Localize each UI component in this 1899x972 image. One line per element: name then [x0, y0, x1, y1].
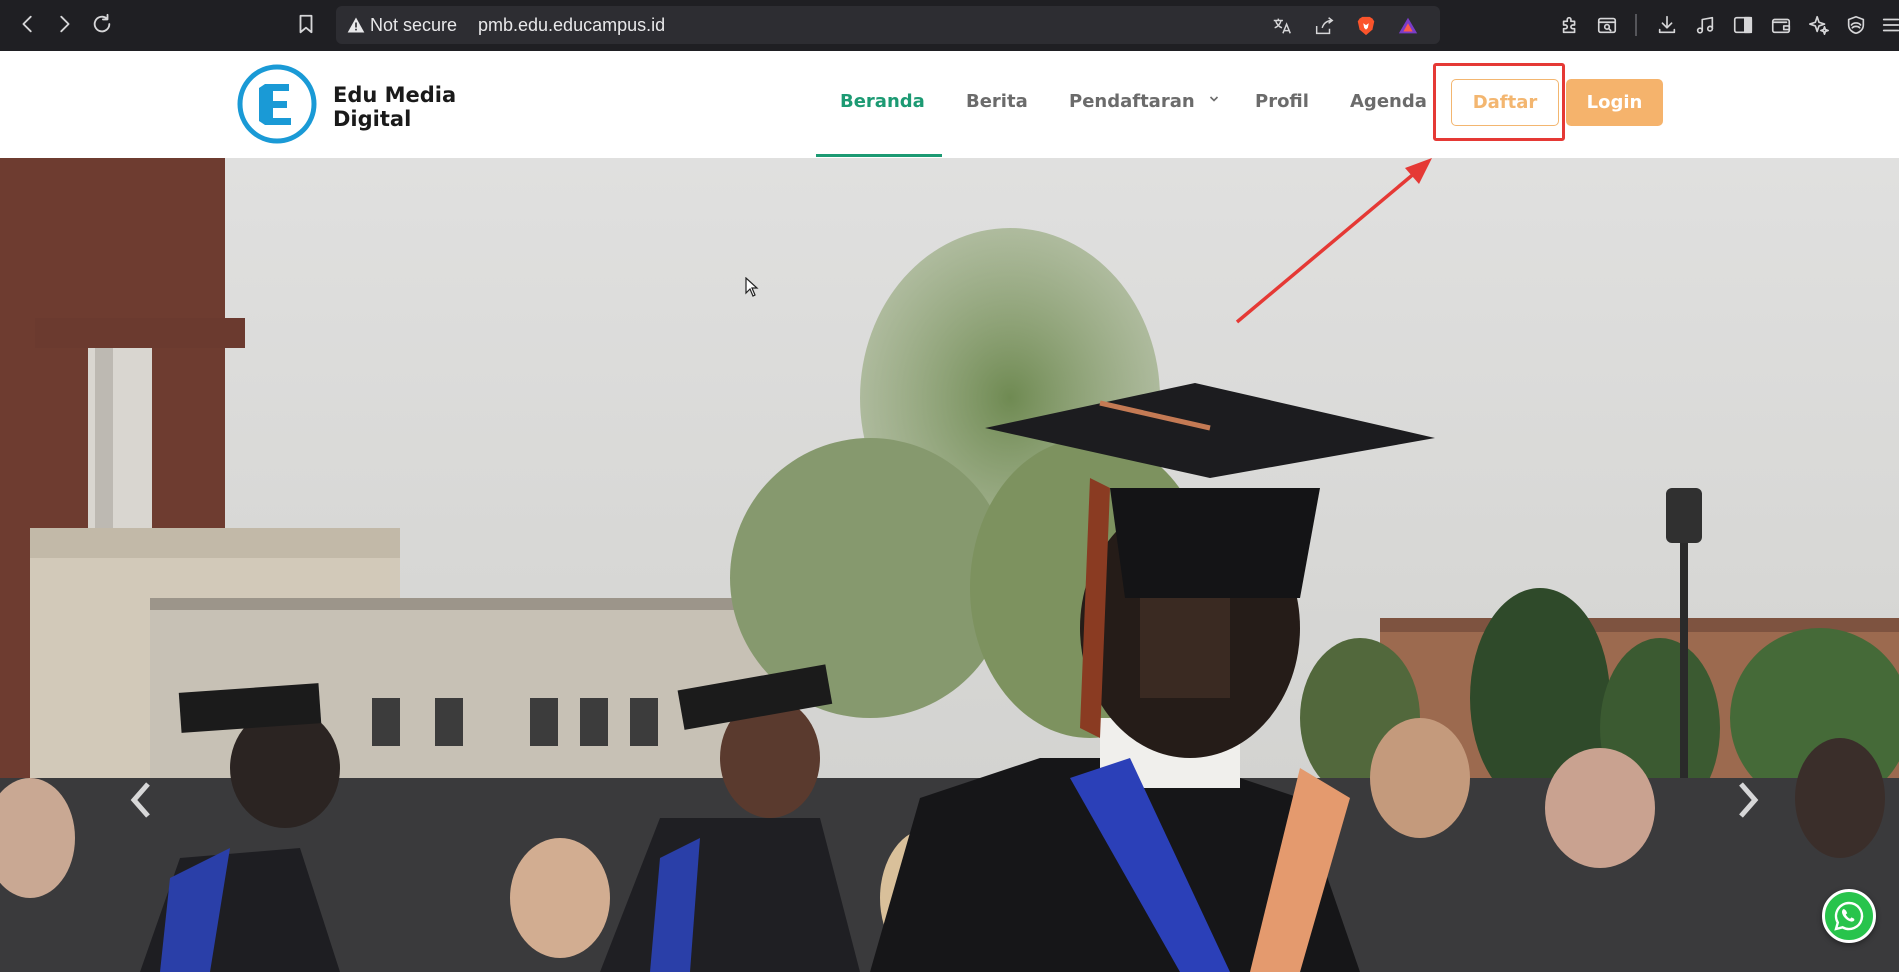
reload-button[interactable] [88, 10, 116, 38]
download-icon [1658, 15, 1676, 34]
leo-icon [1809, 15, 1829, 35]
menu-button[interactable] [1878, 12, 1899, 38]
nav-beranda[interactable]: Beranda [840, 91, 925, 112]
bookmark-icon [299, 14, 313, 34]
wallet-icon [1771, 18, 1791, 34]
brave-icon[interactable] [1354, 14, 1378, 38]
address-bar[interactable]: Not secure pmb.edu.educampus.id [336, 6, 1440, 44]
browser-toolbar: Not secure pmb.edu.educampus.id [0, 0, 1899, 51]
nav-profil[interactable]: Profil [1255, 91, 1309, 112]
back-button[interactable] [14, 10, 42, 38]
media-icon [1696, 16, 1714, 34]
forward-button[interactable] [50, 10, 78, 38]
leo-button[interactable] [1806, 12, 1832, 38]
logo-line-1: Edu Media [333, 83, 457, 107]
hero-carousel [0, 158, 1899, 972]
tab-search-button[interactable] [1594, 12, 1620, 38]
forward-icon [60, 15, 70, 33]
shield-icon [1847, 15, 1865, 35]
shield-button[interactable] [1843, 12, 1869, 38]
nav-active-indicator [816, 154, 942, 157]
nav-pendaftaran-label: Pendaftaran [1069, 91, 1195, 112]
login-button[interactable]: Login [1566, 79, 1663, 126]
annotation-highlight-box [1433, 63, 1565, 141]
extensions-button[interactable] [1557, 12, 1583, 38]
hero-image [0, 158, 1899, 972]
download-button[interactable] [1654, 12, 1680, 38]
media-button[interactable] [1692, 12, 1718, 38]
extensions-icon [1562, 16, 1576, 34]
web-page: Edu Media Digital Beranda Berita Pendaft… [0, 51, 1899, 972]
nav-agenda[interactable]: Agenda [1350, 91, 1427, 112]
chevron-left-icon [130, 782, 150, 818]
warning-icon [346, 15, 366, 35]
nav-pendaftaran[interactable]: Pendaftaran [1069, 91, 1219, 112]
chevron-down-icon [1209, 96, 1219, 102]
wallet-button[interactable] [1768, 12, 1794, 38]
translate-icon[interactable] [1270, 14, 1294, 38]
bookmark-button[interactable] [292, 10, 320, 38]
logo-icon[interactable] [237, 64, 317, 144]
security-label[interactable]: Not secure [370, 15, 457, 36]
reload-icon [93, 13, 111, 33]
sidebar-button[interactable] [1730, 12, 1756, 38]
carousel-next-button[interactable] [1733, 778, 1773, 838]
rewards-icon[interactable] [1396, 14, 1420, 38]
whatsapp-icon [1834, 901, 1864, 931]
logo-line-2: Digital [333, 107, 412, 131]
back-icon [22, 15, 32, 33]
sidebar-icon [1733, 16, 1753, 34]
chevron-right-icon [1739, 782, 1759, 818]
url-text[interactable]: pmb.edu.educampus.id [478, 15, 665, 36]
share-icon[interactable] [1312, 14, 1336, 38]
toolbar-divider [1635, 14, 1637, 36]
whatsapp-button[interactable] [1822, 889, 1876, 943]
menu-icon [1882, 18, 1899, 32]
site-header: Edu Media Digital Beranda Berita Pendaft… [0, 51, 1899, 158]
logo-text[interactable]: Edu Media Digital [333, 83, 456, 131]
nav-berita[interactable]: Berita [966, 91, 1028, 112]
carousel-prev-button[interactable] [126, 778, 166, 838]
tab-search-icon [1597, 17, 1617, 34]
mouse-cursor-icon [745, 277, 759, 297]
